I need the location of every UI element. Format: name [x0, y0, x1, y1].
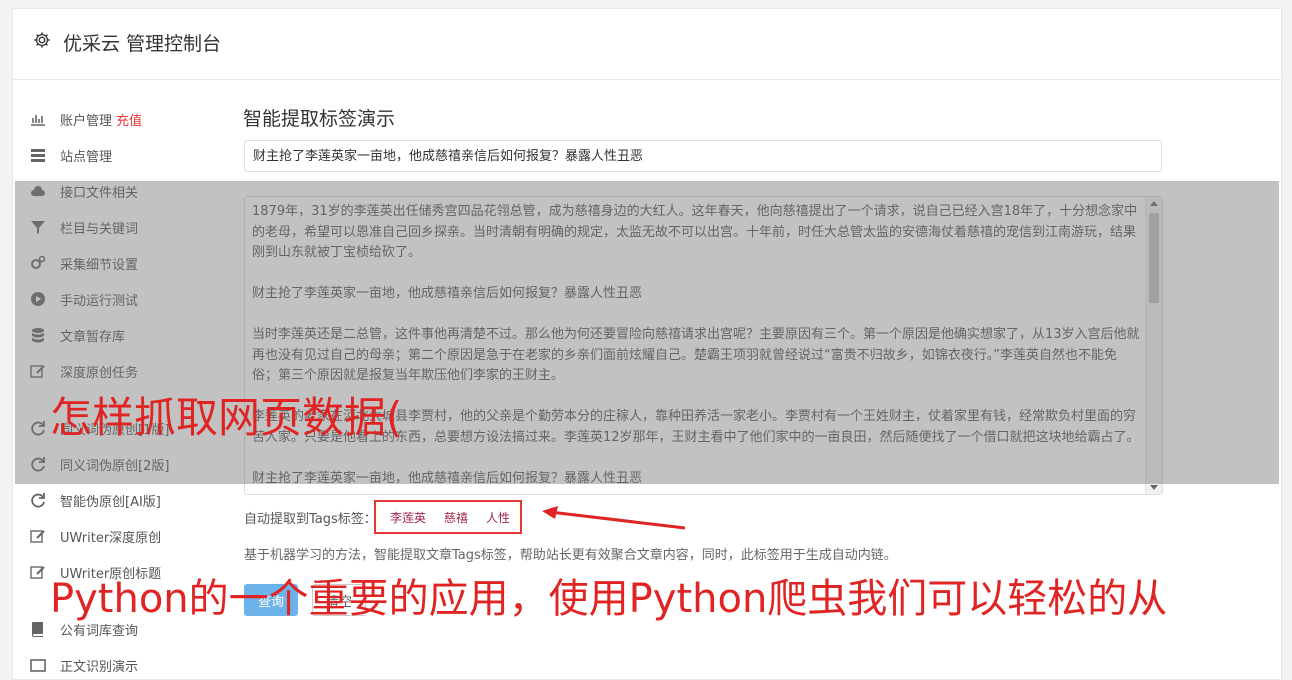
sidebar-item-text-recognition[interactable]: 正文识别演示: [30, 655, 230, 675]
section-title: 智能提取标签演示: [243, 108, 396, 130]
edit-icon: [30, 566, 45, 579]
sidebar-item-label: 账户管理: [60, 114, 113, 129]
tags-label: 自动提取到Tags标签：: [244, 512, 377, 527]
overlay-caption-1: 怎样抓取网页数据(: [50, 393, 403, 442]
refresh-icon: [31, 493, 45, 508]
header: 优采云 管理控制台: [13, 9, 1281, 80]
page-title: 优采云 管理控制台: [63, 33, 222, 55]
server-icon: [31, 149, 45, 162]
red-arrow-icon: [542, 506, 686, 530]
edit-icon: [30, 530, 45, 543]
tag-item: 慈禧: [444, 511, 469, 525]
gear-icon: [34, 32, 50, 48]
window-icon: [30, 659, 46, 672]
book-icon: [32, 622, 43, 637]
sidebar-item-account[interactable]: 账户管理 充值: [30, 109, 230, 129]
sidebar-item-label: 站点管理: [60, 150, 113, 165]
overlay-caption-2: Python的一个重要的应用，使用Python爬虫我们可以轻松的从: [50, 576, 1168, 622]
sidebar-item-sites[interactable]: 站点管理: [30, 145, 230, 165]
tag-item: 李莲英: [390, 511, 427, 525]
recharge-link[interactable]: 充值: [116, 114, 142, 129]
tags-box: 李莲英 慈禧 人性: [374, 500, 522, 534]
sidebar-item-ai-rewrite[interactable]: 智能伪原创[AI版]: [30, 490, 230, 510]
sidebar-item-uwriter-deep[interactable]: UWriter深度原创: [30, 526, 230, 546]
sidebar-item-label: UWriter深度原创: [60, 531, 162, 546]
tag-item: 人性: [486, 511, 511, 525]
bar-chart-icon: [31, 115, 45, 126]
description-text: 基于机器学习的方法，智能提取文章Tags标签，帮助站长更有效聚合文章内容，同时，…: [244, 548, 897, 563]
scroll-down-icon[interactable]: [1150, 485, 1158, 490]
sidebar-item-label: 智能伪原创[AI版]: [60, 495, 161, 510]
title-input[interactable]: 财主抢了李莲英家一亩地，他成慈禧亲信后如何报复？暴露人性丑恶: [244, 140, 1162, 172]
